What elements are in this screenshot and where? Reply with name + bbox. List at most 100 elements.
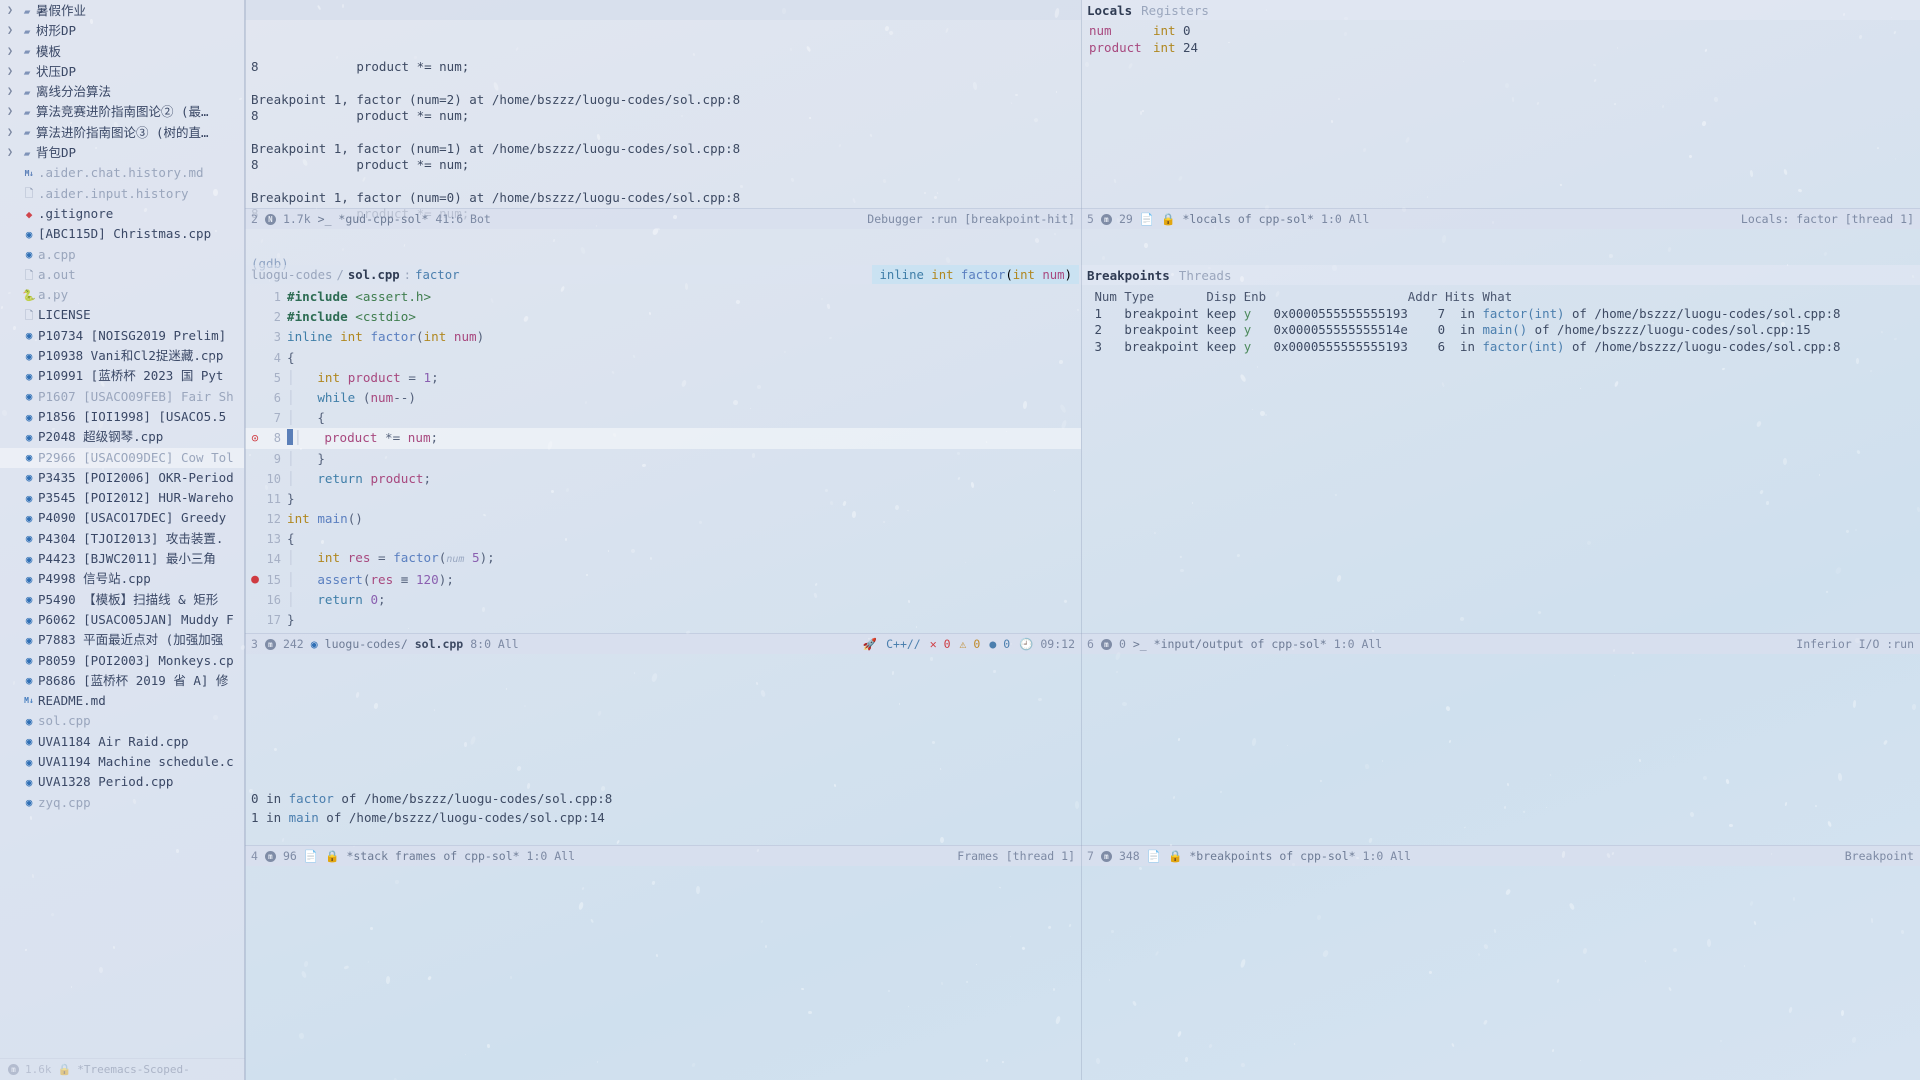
- chevron-right-icon[interactable]: ❯: [2, 123, 18, 143]
- bp-enabled: y: [1243, 322, 1274, 338]
- chevron-right-icon[interactable]: ❯: [2, 102, 18, 122]
- chevron-right-icon[interactable]: ❯: [2, 1, 18, 21]
- treemacs-item-27[interactable]: ◉ P4423 [BJWC2011] 最小三角: [0, 549, 244, 569]
- code-line[interactable]: 12 int main(): [245, 509, 1081, 529]
- code-line[interactable]: 2 #include <cstdio>: [245, 307, 1081, 327]
- evil-state-icon: m: [264, 850, 276, 862]
- cpp-icon: ◉: [25, 329, 33, 343]
- tab-breakpoints[interactable]: Breakpoints: [1087, 268, 1170, 283]
- rocket-icon[interactable]: 🚀: [863, 637, 877, 651]
- treemacs-item-25[interactable]: ◉ P4090 [USACO17DEC] Greedy: [0, 508, 244, 528]
- tab-bar[interactable]: [245, 0, 1081, 20]
- code-line[interactable]: 1 #include <assert.h>: [245, 287, 1081, 307]
- warning-count[interactable]: ⚠ 0: [960, 637, 981, 651]
- code-line[interactable]: 14 │ int res = factor(num 5);: [245, 549, 1081, 569]
- code-line[interactable]: 16 │ return 0;: [245, 590, 1081, 610]
- treemacs-item-38[interactable]: ◉ UVA1328 Period.cpp: [0, 772, 244, 792]
- treemacs-item-11[interactable]: ◉ [ABC115D] Christmas.cpp: [0, 224, 244, 244]
- treemacs-item-16[interactable]: ◉ P10734 [NOISG2019 Prelim]: [0, 326, 244, 346]
- source-buffer-window[interactable]: luogu-codes / sol.cpp : factor inline int …: [245, 265, 1081, 785]
- locals-tabs[interactable]: Locals Registers: [1081, 0, 1920, 20]
- treemacs-item-14[interactable]: 🐍 a.py: [0, 285, 244, 305]
- stack-frame-row[interactable]: 0 in factor of /home/bszzz/luogu-codes/s…: [251, 790, 1081, 809]
- treemacs-item-18[interactable]: ◉ P10991 [蓝桥杯 2023 国 Pyt: [0, 366, 244, 386]
- treemacs-item-9[interactable]: 🗋 .aider.input.history: [0, 184, 244, 204]
- code-line[interactable]: 5 │ int product = 1;: [245, 368, 1081, 388]
- treemacs-item-36[interactable]: ◉ UVA1184 Air Raid.cpp: [0, 732, 244, 752]
- treemacs-item-30[interactable]: ◉ P6062 [USACO05JAN] Muddy F: [0, 610, 244, 630]
- code-line[interactable]: 9 │ }: [245, 449, 1081, 469]
- treemacs-item-13[interactable]: 🗋 a.out: [0, 265, 244, 285]
- treemacs-item-31[interactable]: ◉ P7883 平面最近点对 (加强加强: [0, 630, 244, 650]
- treemacs-item-24[interactable]: ◉ P3545 [POI2012] HUR-Wareho: [0, 488, 244, 508]
- treemacs-item-3[interactable]: ❯ ▰ 状压DP: [0, 62, 244, 82]
- treemacs-file-list[interactable]: ❯ ▰ 暑假作业 ❯ ▰ 树形DP ❯ ▰ 模板 ❯ ▰ 状压DP ❯ ▰ 离线分治算法 ❯ ▰ 算法竞赛进阶指南…: [0, 1, 244, 813]
- treemacs-item-29[interactable]: ◉ P5490 【模板】扫描线 & 矩形: [0, 590, 244, 610]
- treemacs-item-1[interactable]: ❯ ▰ 树形DP: [0, 21, 244, 41]
- chevron-right-icon[interactable]: ❯: [2, 42, 18, 62]
- treemacs-item-5[interactable]: ❯ ▰ 算法竞赛进阶指南图论② (最…: [0, 102, 244, 122]
- treemacs-item-39[interactable]: ◉ zyq.cpp: [0, 793, 244, 813]
- token-variable: product: [370, 470, 424, 486]
- code-line[interactable]: 11 }: [245, 489, 1081, 509]
- treemacs-item-22[interactable]: ◉ P2966 [USACO09DEC] Cow Tol: [0, 447, 244, 468]
- treemacs-item-26[interactable]: ◉ P4304 [TJOI2013] 攻击装置.: [0, 529, 244, 549]
- breakpoint-row[interactable]: 1 breakpoint keep y 0x0000555555555193 7…: [1087, 306, 1920, 323]
- treemacs-item-15[interactable]: 🗋 LICENSE: [0, 305, 244, 325]
- breakpoints-buffer-name: *breakpoints of cpp-sol*: [1189, 849, 1356, 863]
- treemacs-item-21[interactable]: ◉ P2048 超级钢琴.cpp: [0, 427, 244, 447]
- breakpoint-marker-icon[interactable]: ●: [245, 570, 265, 590]
- gdb-output-line: [251, 124, 1081, 140]
- tab-locals[interactable]: Locals: [1087, 3, 1132, 18]
- info-count[interactable]: ● 0: [989, 637, 1010, 651]
- code-line[interactable]: 7 │ {: [245, 408, 1081, 428]
- treemacs-item-23[interactable]: ◉ P3435 [POI2006] OKR-Period: [0, 468, 244, 488]
- treemacs-item-6[interactable]: ❯ ▰ 算法进阶指南图论③ (树的直…: [0, 123, 244, 143]
- treemacs-item-2[interactable]: ❯ ▰ 模板: [0, 42, 244, 62]
- treemacs-item-12[interactable]: ◉ a.cpp: [0, 245, 244, 265]
- treemacs-item-17[interactable]: ◉ P10938 Vani和Cl2捉迷藏.cpp: [0, 346, 244, 366]
- token-variable: product: [347, 369, 401, 385]
- code-area[interactable]: 1 #include <assert.h> 2 #include <cstdio…: [245, 284, 1081, 630]
- chevron-right-icon[interactable]: ❯: [2, 82, 18, 102]
- treemacs-item-20[interactable]: ◉ P1856 [IOI1998] [USACO5.5: [0, 407, 244, 427]
- code-line[interactable]: ● 15 │ assert(res ≡ 120);: [245, 570, 1081, 590]
- treemacs-item-4[interactable]: ❯ ▰ 离线分治算法: [0, 82, 244, 102]
- treemacs-item-0[interactable]: ❯ ▰ 暑假作业: [0, 1, 244, 21]
- stack-frame-row[interactable]: 1 in main of /home/bszzz/luogu-codes/sol…: [251, 809, 1081, 828]
- treemacs-item-37[interactable]: ◉ UVA1194 Machine schedule.c: [0, 752, 244, 772]
- treemacs-item-35[interactable]: ◉ sol.cpp: [0, 711, 244, 731]
- io-position: 1:0 All: [1333, 637, 1383, 651]
- locals-row[interactable]: num int 0: [1089, 23, 1920, 40]
- treemacs-item-34[interactable]: M↓ README.md: [0, 691, 244, 711]
- treemacs-item-7[interactable]: ❯ ▰ 背包DP: [0, 143, 244, 163]
- tab-threads[interactable]: Threads: [1179, 268, 1232, 283]
- breakpoint-row[interactable]: 2 breakpoint keep y 0x000055555555514e 0…: [1087, 322, 1920, 339]
- token-variable: num: [407, 430, 431, 446]
- treemacs-item-28[interactable]: ◉ P4998 信号站.cpp: [0, 569, 244, 589]
- treemacs-item-10[interactable]: ◆ .gitignore: [0, 204, 244, 224]
- breakpoint-hit-arrow-icon[interactable]: ⊙: [245, 428, 265, 448]
- breakpoints-tabs[interactable]: Breakpoints Threads: [1081, 265, 1920, 285]
- treemacs-item-8[interactable]: M↓ .aider.chat.history.md: [0, 163, 244, 183]
- treemacs-item-32[interactable]: ◉ P8059 [POI2003] Monkeys.cp: [0, 651, 244, 671]
- code-line[interactable]: 17 }: [245, 610, 1081, 630]
- locals-row[interactable]: product int 24: [1089, 40, 1920, 57]
- treemacs-item-19[interactable]: ◉ P1607 [USACO09FEB] Fair Sh: [0, 387, 244, 407]
- code-line-current[interactable]: ⊙ 8 │ product *= num;: [245, 428, 1081, 449]
- treemacs-sidebar[interactable]: ❯ ▰ 暑假作业 ❯ ▰ 树形DP ❯ ▰ 模板 ❯ ▰ 状压DP ❯ ▰ 离线分治算法 ❯ ▰ 算法竞赛进阶指南…: [0, 0, 245, 1080]
- stack-frames-list[interactable]: 0 in factor of /home/bszzz/luogu-codes/s…: [245, 785, 1081, 827]
- breakpoints-table[interactable]: Num Type Disp Enb Addr Hits What 1 break…: [1081, 285, 1920, 355]
- chevron-right-icon[interactable]: ❯: [2, 62, 18, 82]
- tab-registers[interactable]: Registers: [1141, 3, 1209, 18]
- code-line[interactable]: 13 {: [245, 529, 1081, 549]
- code-line[interactable]: 10 │ return product;: [245, 469, 1081, 489]
- chevron-right-icon[interactable]: ❯: [2, 21, 18, 41]
- code-line[interactable]: 6 │ while (num--): [245, 388, 1081, 408]
- chevron-right-icon[interactable]: ❯: [2, 143, 18, 163]
- code-line[interactable]: 4 {: [245, 348, 1081, 368]
- code-line[interactable]: 3 inline int factor(int num): [245, 327, 1081, 347]
- breakpoint-row[interactable]: 3 breakpoint keep y 0x0000555555555193 6…: [1087, 339, 1920, 356]
- error-count[interactable]: ✕ 0: [930, 637, 951, 651]
- treemacs-item-33[interactable]: ◉ P8686 [蓝桥杯 2019 省 A] 修: [0, 671, 244, 691]
